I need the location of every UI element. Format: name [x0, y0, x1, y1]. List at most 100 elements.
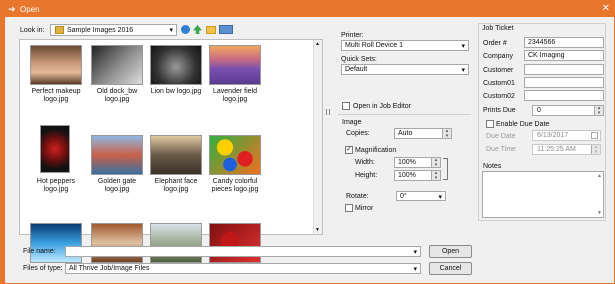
height-spinner-icon[interactable]: ▴ ▾: [431, 171, 440, 181]
file-thumbnail[interactable]: [209, 45, 261, 85]
filetype-label: Files of type:: [23, 265, 63, 272]
file-name-label: Candy colorful pieces logo.jpg: [211, 178, 259, 193]
file-list-scrollbar[interactable]: ▲ ▼: [313, 40, 322, 234]
file-thumbnail[interactable]: [150, 45, 202, 85]
company-input[interactable]: CK Imaging: [524, 50, 604, 61]
printer-label: Printer:: [341, 32, 364, 39]
file-name-label: Old dock_bw logo.jpg: [96, 88, 138, 103]
width-label: Width:: [355, 159, 375, 166]
filename-label: File name:: [23, 248, 56, 255]
file-thumbnail[interactable]: [91, 135, 143, 175]
quicksets-value: Default: [345, 66, 368, 73]
rotate-label: Rotate:: [346, 193, 369, 200]
chevron-down-icon: ▾: [413, 266, 417, 273]
copies-value: Auto: [398, 130, 413, 137]
custom01-label: Custom01: [483, 80, 515, 87]
file-name-label: Lavender field logo.jpg: [213, 88, 257, 103]
notes-textarea[interactable]: ▲ ▼: [482, 171, 604, 218]
view-menu-icon[interactable]: [219, 25, 233, 34]
aspect-link-icon[interactable]: [443, 158, 448, 180]
rotate-select[interactable]: 0° ▾: [396, 191, 446, 201]
image-label: Image: [342, 119, 362, 126]
rotate-value: 0°: [400, 193, 407, 200]
splitter-grip-icon[interactable]: [326, 109, 330, 115]
filename-input[interactable]: ▾: [65, 246, 421, 257]
open-in-editor-checkbox[interactable]: [342, 102, 350, 110]
quicksets-label: Quick Sets:: [341, 56, 377, 63]
custom02-label: Custom02: [483, 93, 515, 100]
up-folder-icon[interactable]: [193, 25, 202, 34]
window-title: Open: [20, 5, 40, 14]
height-input[interactable]: 100% ▴ ▾: [394, 170, 441, 181]
folder-icon: [55, 26, 64, 34]
order-input[interactable]: 2344566: [524, 37, 604, 48]
printer-select[interactable]: Multi Roll Device 1 ▾: [341, 40, 469, 51]
customer-input[interactable]: [524, 64, 604, 75]
chevron-down-icon: ▾: [169, 27, 173, 34]
filetype-select[interactable]: All Thrive Job/Image Files ▾: [65, 263, 421, 274]
file-thumbnail[interactable]: [91, 223, 143, 263]
cancel-button[interactable]: Cancel: [429, 262, 472, 275]
scroll-down-icon[interactable]: ▼: [315, 227, 320, 233]
prints-due-label: Prints Due: [483, 107, 516, 114]
company-value: CK Imaging: [528, 52, 565, 59]
magnification-checkbox[interactable]: ✓: [345, 146, 353, 154]
mirror-label: Mirror: [355, 205, 374, 212]
copies-input[interactable]: Auto ▴ ▾: [394, 128, 452, 139]
due-date-input[interactable]: 6/13/2017: [532, 130, 601, 141]
mirror-checkbox[interactable]: [345, 204, 353, 212]
dialog-client: Look in: Sample Images 2016 ▾ Perfect ma…: [5, 17, 614, 283]
quicksets-select[interactable]: Default ▾: [341, 64, 469, 75]
back-icon[interactable]: [181, 25, 190, 34]
file-thumbnail[interactable]: [30, 223, 82, 263]
close-icon[interactable]: ✕: [602, 3, 610, 14]
enable-due-date-checkbox[interactable]: [486, 120, 494, 128]
enable-due-date-label: Enable Due Date: [496, 121, 550, 128]
open-button[interactable]: Open: [429, 245, 472, 258]
calendar-icon[interactable]: [591, 132, 598, 139]
prints-due-input[interactable]: 0 ▴ ▾: [532, 105, 604, 116]
custom02-input[interactable]: [524, 90, 604, 101]
file-thumbnail[interactable]: [150, 223, 202, 263]
due-time-label: Due Time: [486, 146, 516, 153]
lookin-value: Sample Images 2016: [67, 27, 134, 34]
company-label: Company: [483, 53, 513, 60]
copies-spinner-icon[interactable]: ▴ ▾: [442, 129, 451, 139]
height-label: Height:: [355, 172, 378, 179]
width-input[interactable]: 100% ▴ ▾: [394, 157, 441, 168]
chevron-down-icon: ▾: [461, 43, 465, 50]
due-time-spinner-icon[interactable]: ▴ ▾: [591, 145, 600, 155]
file-thumbnail[interactable]: [209, 135, 261, 175]
custom01-input[interactable]: [524, 77, 604, 88]
title-bar[interactable]: ➜ Open ✕: [2, 2, 615, 17]
due-time-value: 11:25:25 AM: [537, 146, 576, 153]
file-name-label: Golden gate logo.jpg: [97, 178, 137, 193]
file-thumbnail[interactable]: [150, 135, 202, 175]
file-thumbnail[interactable]: [30, 45, 82, 85]
prints-due-value: 0: [537, 107, 541, 114]
width-spinner-icon[interactable]: ▴ ▾: [431, 158, 440, 168]
prints-due-spinner-icon[interactable]: ▴ ▾: [594, 106, 603, 116]
new-folder-icon[interactable]: [206, 26, 216, 34]
file-name-label: Hot peppers logo.jpg: [36, 178, 76, 193]
filetype-value: All Thrive Job/Image Files: [69, 265, 150, 272]
customer-label: Customer: [483, 67, 514, 74]
open-dialog-window: ➜ Open ✕ Look in: Sample Images 2016 ▾ P…: [0, 0, 615, 284]
lookin-combo[interactable]: Sample Images 2016 ▾: [50, 24, 177, 36]
chevron-down-icon: ▾: [461, 67, 465, 74]
scroll-up-icon[interactable]: ▲: [315, 41, 320, 47]
file-thumbnail[interactable]: [40, 125, 70, 173]
chevron-down-icon: ▾: [438, 194, 442, 201]
file-thumbnail[interactable]: [209, 223, 261, 263]
due-time-input[interactable]: 11:25:25 AM ▴ ▾: [532, 144, 601, 155]
file-thumbnail[interactable]: [91, 45, 143, 85]
copies-label: Copies:: [346, 130, 370, 137]
printer-value: Multi Roll Device 1: [345, 42, 403, 49]
chevron-down-icon: ▾: [413, 249, 417, 256]
file-name-label: Lion bw logo.jpg: [150, 88, 202, 95]
file-list[interactable]: Perfect makeup logo.jpg Old dock_bw logo.…: [19, 39, 323, 263]
scroll-down-icon[interactable]: ▼: [597, 210, 602, 216]
file-name-label: Perfect makeup logo.jpg: [31, 88, 81, 103]
scroll-up-icon[interactable]: ▲: [597, 173, 602, 179]
width-value: 100%: [398, 159, 416, 166]
